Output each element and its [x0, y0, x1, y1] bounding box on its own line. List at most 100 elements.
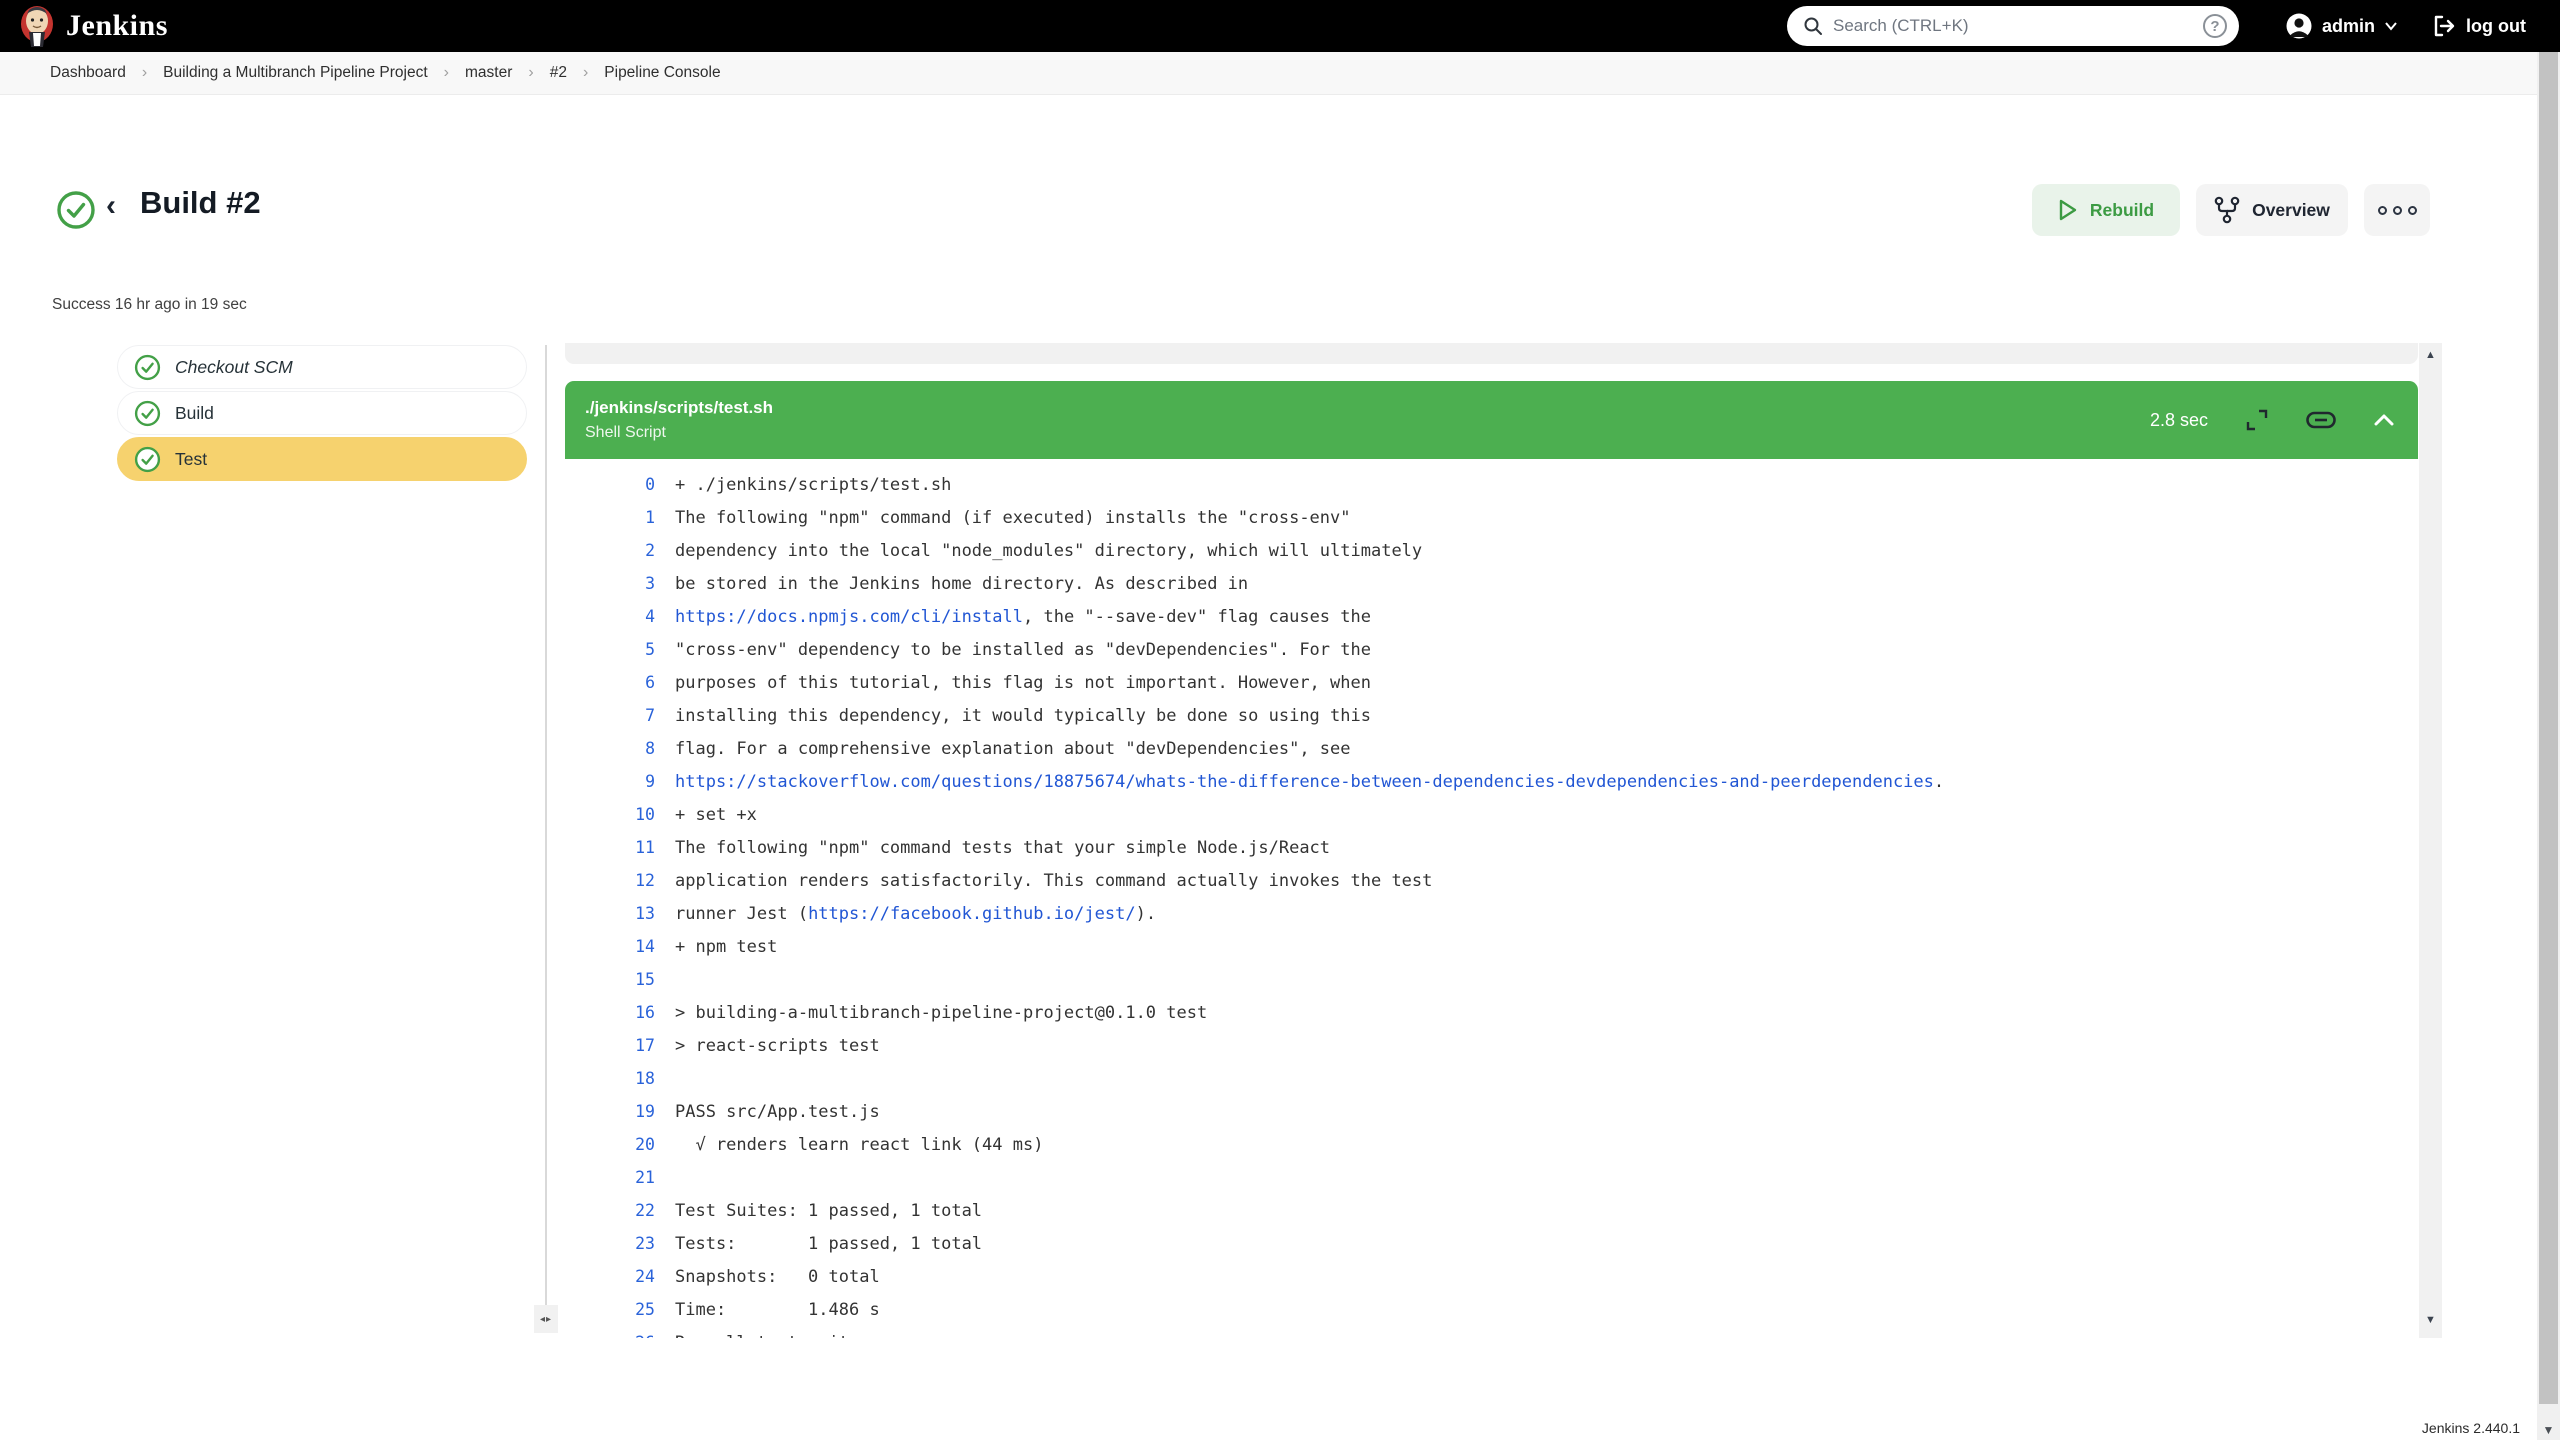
line-text: Snapshots: 0 total — [675, 1267, 880, 1287]
line-number[interactable]: 13 — [565, 904, 655, 923]
breadcrumb-item[interactable]: Building a Multibranch Pipeline Project — [163, 64, 428, 82]
line-number[interactable]: 21 — [565, 1168, 655, 1187]
page-scroll-down-icon[interactable]: ▼ — [2537, 1423, 2560, 1437]
breadcrumb-item[interactable]: #2 — [550, 64, 567, 82]
line-number[interactable]: 25 — [565, 1300, 655, 1319]
line-text: Ran all test suites. — [675, 1333, 880, 1339]
breadcrumb: Dashboard › Building a Multibranch Pipelin… — [0, 52, 2560, 95]
stage-list: Checkout SCM Build Test — [117, 345, 527, 483]
line-number[interactable]: 20 — [565, 1135, 655, 1154]
logout-button[interactable]: log out — [2432, 14, 2526, 38]
logout-label: log out — [2466, 16, 2526, 37]
console-link[interactable]: https://stackoverflow.com/questions/1887… — [675, 772, 1934, 792]
stage-success-icon — [134, 400, 161, 427]
line-number[interactable]: 26 — [565, 1333, 655, 1338]
console-text: . — [1934, 772, 1944, 792]
line-number[interactable]: 14 — [565, 937, 655, 956]
console-scroll-down-icon[interactable]: ▼ — [2419, 1314, 2442, 1326]
shell-step-header[interactable]: ./jenkins/scripts/test.sh Shell Script 2… — [565, 381, 2418, 459]
line-number[interactable]: 15 — [565, 970, 655, 989]
console-text: flag. For a comprehensive explanation ab… — [675, 739, 1351, 759]
help-icon[interactable]: ? — [2203, 14, 2227, 38]
stage-item-test[interactable]: Test — [117, 437, 527, 481]
line-number[interactable]: 9 — [565, 772, 655, 791]
line-number[interactable]: 18 — [565, 1069, 655, 1088]
previous-step-collapsed-bar[interactable] — [565, 343, 2418, 364]
line-number[interactable]: 5 — [565, 640, 655, 659]
line-number[interactable]: 1 — [565, 508, 655, 527]
console-line: 18 — [565, 1062, 2418, 1095]
breadcrumb-separator-icon: › — [528, 64, 533, 82]
collapse-chevron-up-icon[interactable] — [2374, 414, 2394, 426]
brand-title[interactable]: Jenkins — [66, 9, 168, 43]
line-number[interactable]: 7 — [565, 706, 655, 725]
stage-success-icon — [134, 354, 161, 381]
ellipsis-icon — [2378, 206, 2417, 215]
console-line: 1The following "npm" command (if execute… — [565, 501, 2418, 534]
stage-item-checkout-scm[interactable]: Checkout SCM — [117, 345, 527, 389]
back-button[interactable]: ‹ — [106, 186, 116, 226]
breadcrumb-item[interactable]: master — [465, 64, 512, 82]
line-number[interactable]: 6 — [565, 673, 655, 692]
console-line: 9 https://stackoverflow.com/questions/188… — [565, 765, 2418, 798]
search-box[interactable]: ? — [1787, 6, 2239, 46]
play-icon — [2058, 199, 2078, 221]
console-text: application renders satisfactorily. This… — [675, 871, 1432, 891]
line-text: purposes of this tutorial, this flag is … — [675, 673, 1371, 693]
page-scrollbar[interactable]: ▲ ▼ — [2537, 0, 2560, 1440]
search-input[interactable] — [1833, 16, 2203, 36]
console-line: 22Test Suites: 1 passed, 1 total — [565, 1194, 2418, 1227]
line-number[interactable]: 0 — [565, 475, 655, 494]
console-text: purposes of this tutorial, this flag is … — [675, 673, 1371, 693]
console-scroll-up-icon[interactable]: ▲ — [2419, 349, 2442, 361]
line-number[interactable]: 19 — [565, 1102, 655, 1121]
console-link[interactable]: https://docs.npmjs.com/cli/install — [675, 607, 1023, 627]
line-number[interactable]: 12 — [565, 871, 655, 890]
search-icon — [1803, 16, 1823, 36]
console-text: Tests: 1 passed, 1 total — [675, 1234, 982, 1254]
line-number[interactable]: 24 — [565, 1267, 655, 1286]
avatar-icon — [2285, 12, 2313, 40]
breadcrumb-separator-icon: › — [583, 64, 588, 82]
expand-icon[interactable] — [2246, 409, 2268, 431]
shell-step-titles: ./jenkins/scripts/test.sh Shell Script — [585, 398, 2150, 442]
stage-item-build[interactable]: Build — [117, 391, 527, 435]
page-scrollbar-thumb[interactable] — [2539, 26, 2558, 1404]
line-number[interactable]: 2 — [565, 541, 655, 560]
breadcrumb-separator-icon: › — [142, 64, 147, 82]
link-icon[interactable] — [2306, 411, 2336, 429]
console-text: > building-a-multibranch-pipeline-projec… — [675, 1003, 1207, 1023]
more-actions-button[interactable] — [2364, 184, 2430, 236]
console-scrollbar[interactable]: ▲ ▼ — [2419, 343, 2442, 1338]
rebuild-button[interactable]: Rebuild — [2032, 184, 2180, 236]
breadcrumb-separator-icon: › — [444, 64, 449, 82]
top-navigation-bar: Jenkins ? admin log out — [0, 0, 2560, 52]
console-line: 15 — [565, 963, 2418, 996]
console-link[interactable]: https://facebook.github.io/jest/ — [808, 904, 1136, 924]
jenkins-logo-icon[interactable] — [18, 4, 56, 48]
splitter-handle[interactable]: ◂▸ — [534, 1305, 558, 1333]
line-number[interactable]: 10 — [565, 805, 655, 824]
line-number[interactable]: 22 — [565, 1201, 655, 1220]
line-number[interactable]: 3 — [565, 574, 655, 593]
user-menu-button[interactable]: admin — [2285, 12, 2398, 40]
line-number[interactable]: 8 — [565, 739, 655, 758]
build-title-row: ‹ Build #2 Rebuild Overview — [0, 178, 2560, 244]
line-number[interactable]: 11 — [565, 838, 655, 857]
line-number[interactable]: 16 — [565, 1003, 655, 1022]
line-number[interactable]: 4 — [565, 607, 655, 626]
console-line: 7installing this dependency, it would ty… — [565, 699, 2418, 732]
stage-label: Build — [175, 403, 214, 424]
breadcrumb-item[interactable]: Dashboard — [50, 64, 126, 82]
line-text: + ./jenkins/scripts/test.sh — [675, 475, 951, 495]
console-line: 14+ npm test — [565, 930, 2418, 963]
console-line: 5"cross-env" dependency to be installed … — [565, 633, 2418, 666]
line-number[interactable]: 17 — [565, 1036, 655, 1055]
console-text: PASS src/App.test.js — [675, 1102, 880, 1122]
username-label: admin — [2322, 16, 2375, 37]
overview-button[interactable]: Overview — [2196, 184, 2348, 236]
console-line: 23 Tests: 1 passed, 1 total — [565, 1227, 2418, 1260]
line-number[interactable]: 23 — [565, 1234, 655, 1253]
console-line: 13runner Jest (https://facebook.github.i… — [565, 897, 2418, 930]
stage-label: Test — [175, 449, 207, 470]
